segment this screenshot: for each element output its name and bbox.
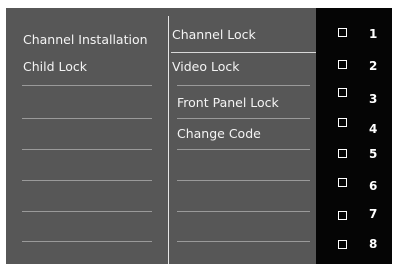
submenu-divider	[177, 118, 310, 119]
channel-checkbox[interactable]	[338, 28, 347, 37]
channel-checkbox[interactable]	[338, 178, 347, 187]
channel-number: 7	[369, 207, 378, 221]
menu-item-child-lock[interactable]: Child Lock	[23, 59, 87, 74]
channel-number: 2	[369, 59, 378, 73]
submenu-divider	[177, 241, 310, 242]
submenu-item-front-panel-lock[interactable]: Front Panel Lock	[177, 95, 279, 110]
channel-checkbox[interactable]	[338, 149, 347, 158]
submenu-divider	[177, 180, 310, 181]
menu-divider	[22, 180, 152, 181]
menu-divider	[22, 241, 152, 242]
channel-checkbox[interactable]	[338, 88, 347, 97]
channel-number: 8	[369, 237, 378, 251]
submenu-divider	[177, 85, 310, 86]
menu-divider	[22, 118, 152, 119]
channel-checkbox[interactable]	[338, 211, 347, 220]
channel-lock-list: 1 2 3 4 5 6 7 8	[316, 8, 392, 264]
menu-item-channel-installation[interactable]: Channel Installation	[23, 32, 148, 47]
main-menu: Channel Installation Child Lock	[6, 8, 168, 264]
submenu-divider	[177, 149, 310, 150]
submenu-item-video-lock[interactable]: Video Lock	[172, 59, 240, 74]
submenu-item-change-code[interactable]: Change Code	[177, 126, 261, 141]
menu-divider	[22, 85, 152, 86]
child-lock-submenu: Channel Lock Video Lock Front Panel Lock…	[169, 8, 319, 264]
channel-number: 4	[369, 122, 378, 136]
channel-number: 6	[369, 179, 378, 193]
submenu-divider	[171, 52, 318, 53]
menu-divider	[22, 211, 152, 212]
channel-number: 5	[369, 147, 378, 161]
submenu-item-channel-lock[interactable]: Channel Lock	[172, 27, 256, 42]
menu-divider	[22, 149, 152, 150]
submenu-divider	[177, 211, 310, 212]
osd-menu: Channel Installation Child Lock Channel …	[6, 8, 392, 264]
channel-checkbox[interactable]	[338, 60, 347, 69]
channel-number: 1	[369, 27, 378, 41]
channel-checkbox[interactable]	[338, 240, 347, 249]
channel-checkbox[interactable]	[338, 118, 347, 127]
channel-number: 3	[369, 92, 378, 106]
